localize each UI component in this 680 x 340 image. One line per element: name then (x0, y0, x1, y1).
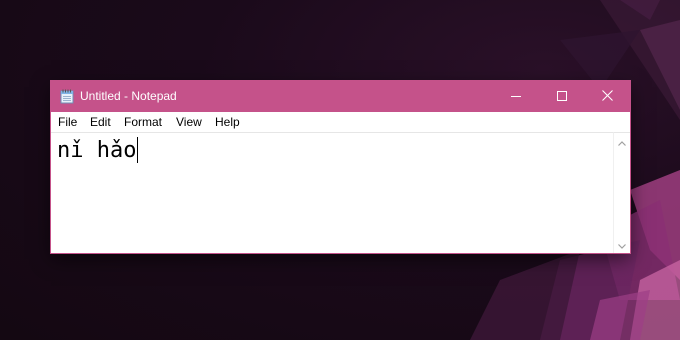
minimize-button[interactable] (493, 81, 539, 112)
menu-file[interactable]: File (58, 114, 77, 130)
close-icon (601, 88, 613, 106)
maximize-button[interactable] (539, 81, 585, 112)
menu-help[interactable]: Help (215, 114, 240, 130)
text-editor[interactable]: nǐ hǎo (51, 132, 613, 253)
scroll-down-button[interactable] (614, 236, 630, 253)
notepad-window[interactable]: Untitled - Notepad File Edit Format View… (51, 81, 630, 253)
scroll-up-button[interactable] (614, 133, 630, 150)
text-caret (137, 137, 139, 163)
editor-content-line: nǐ hǎo (57, 136, 139, 166)
minimize-icon (511, 88, 521, 106)
window-title: Untitled - Notepad (80, 89, 177, 103)
maximize-icon (557, 88, 567, 106)
vertical-scrollbar[interactable] (613, 132, 630, 253)
notepad-icon[interactable] (60, 89, 74, 104)
desktop-background: Untitled - Notepad File Edit Format View… (0, 0, 680, 340)
close-button[interactable] (584, 81, 630, 112)
menu-edit[interactable]: Edit (90, 114, 111, 130)
title-bar[interactable]: Untitled - Notepad (51, 81, 630, 112)
chevron-up-icon (618, 133, 626, 151)
editor-text: nǐ hǎo (57, 138, 137, 163)
menu-format[interactable]: Format (124, 114, 162, 130)
menu-bar: File Edit Format View Help (51, 112, 630, 132)
chevron-down-icon (618, 236, 626, 254)
menu-view[interactable]: View (176, 114, 202, 130)
